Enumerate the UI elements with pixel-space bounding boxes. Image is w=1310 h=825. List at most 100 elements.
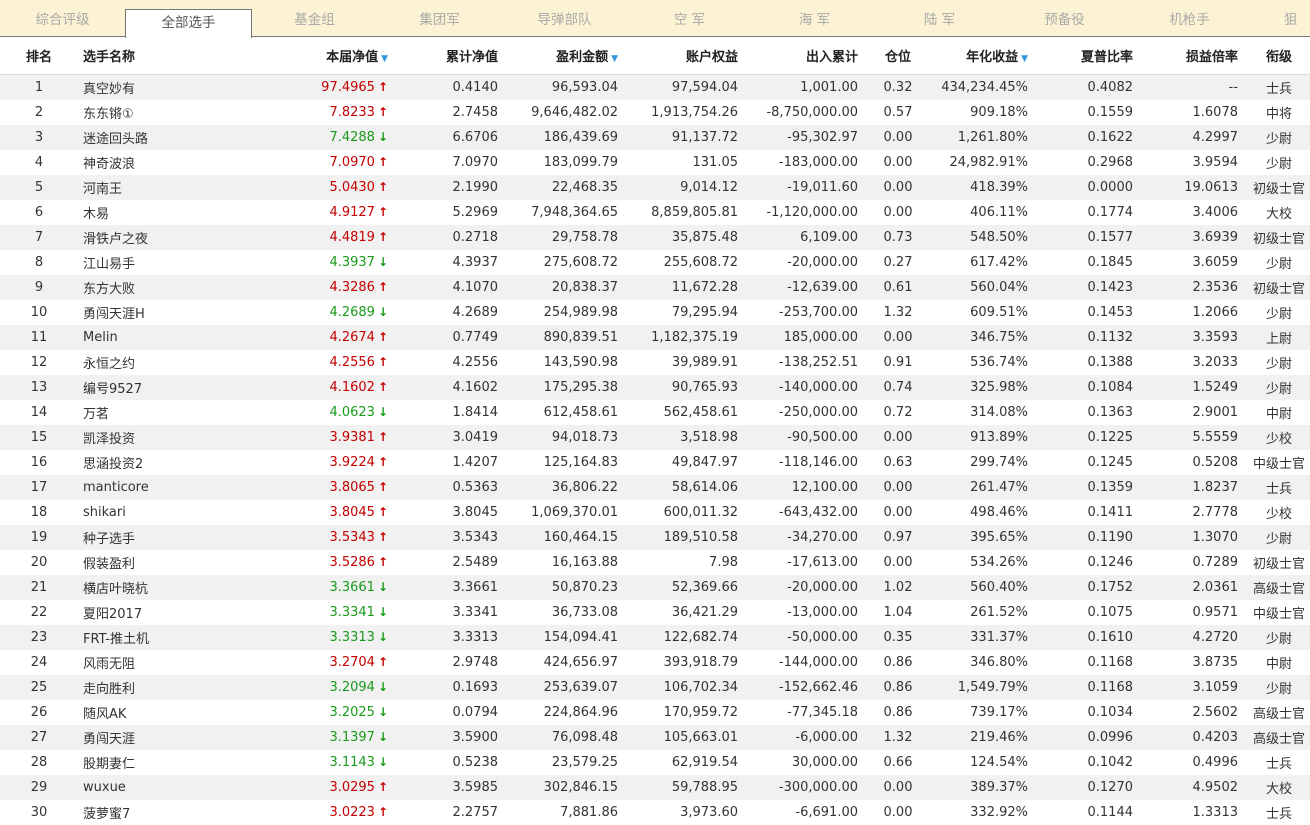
sort-desc-icon[interactable]: ▼	[381, 54, 388, 64]
col-header-annual-return[interactable]: 年化收益▼	[928, 37, 1038, 75]
current-nav-value: 7.8233	[329, 105, 375, 120]
player-name-link[interactable]: 假装盈利	[78, 550, 248, 575]
col-header-cumulative-nav[interactable]: 累计净值	[398, 37, 508, 75]
table-row[interactable]: 25走向胜利3.2094↓0.1693253,639.07106,702.34-…	[0, 675, 1310, 700]
col-header-pl-ratio[interactable]: 损益倍率	[1143, 37, 1248, 75]
arrow-up-icon: ↑	[378, 330, 388, 344]
table-row[interactable]: 17manticore3.8065↑0.536336,806.2258,614.…	[0, 475, 1310, 500]
player-name-link[interactable]: 菠萝蜜7	[78, 800, 248, 825]
player-name-link[interactable]: 思涵投资2	[78, 450, 248, 475]
player-name-link[interactable]: wuxue	[78, 775, 248, 800]
table-row[interactable]: 14万茗4.0623↓1.8414612,458.61562,458.61-25…	[0, 400, 1310, 425]
player-name-link[interactable]: 种子选手	[78, 525, 248, 550]
tab-navy[interactable]: 海 军	[752, 0, 877, 37]
table-row[interactable]: 9东方大败4.3286↑4.107020,838.3711,672.28-12,…	[0, 275, 1310, 300]
col-header-sharpe[interactable]: 夏普比率	[1038, 37, 1143, 75]
player-name-link[interactable]: 万茗	[78, 400, 248, 425]
tab-sniper[interactable]: 狙	[1284, 0, 1310, 37]
col-header-name[interactable]: 选手名称	[78, 37, 248, 75]
arrow-up-icon: ↑	[378, 230, 388, 244]
current-nav-cell: 4.3286↑	[248, 275, 398, 300]
player-name-link[interactable]: 编号9527	[78, 375, 248, 400]
table-row[interactable]: 26随风AK3.2025↓0.0794224,864.96170,959.72-…	[0, 700, 1310, 725]
player-name-link[interactable]: 神奇波浪	[78, 150, 248, 175]
cumulative-nav-cell: 0.2718	[398, 225, 508, 250]
cumulative-nav-cell: 4.2689	[398, 300, 508, 325]
player-name-link[interactable]: 勇闯天涯H	[78, 300, 248, 325]
tab-machine-gunner[interactable]: 机枪手	[1127, 0, 1252, 37]
tab-missile-force[interactable]: 导弹部队	[502, 0, 627, 37]
table-row[interactable]: 23FRT-推土机3.3313↓3.3313154,094.41122,682.…	[0, 625, 1310, 650]
player-name-link[interactable]: 迷途回头路	[78, 125, 248, 150]
col-header-profit[interactable]: 盈利金额▼	[508, 37, 628, 75]
col-header-rank[interactable]: 排名	[0, 37, 78, 75]
table-row[interactable]: 27勇闯天涯3.1397↓3.590076,098.48105,663.01-6…	[0, 725, 1310, 750]
table-row[interactable]: 2东东锵①7.8233↑2.74589,646,482.021,913,754.…	[0, 100, 1310, 125]
tab-all-players[interactable]: 全部选手	[125, 9, 252, 38]
table-row[interactable]: 10勇闯天涯H4.2689↓4.2689254,989.9879,295.94-…	[0, 300, 1310, 325]
tab-army[interactable]: 陆 军	[877, 0, 1002, 37]
table-row[interactable]: 13编号95274.1602↑4.1602175,295.3890,765.93…	[0, 375, 1310, 400]
col-header-equity[interactable]: 账户权益	[628, 37, 748, 75]
table-row[interactable]: 1真空妙有97.4965↑0.414096,593.0497,594.041,0…	[0, 75, 1310, 101]
player-name-link[interactable]: FRT-推土机	[78, 625, 248, 650]
table-row[interactable]: 20假装盈利3.5286↑2.548916,163.887.98-17,613.…	[0, 550, 1310, 575]
current-nav-cell: 5.0430↑	[248, 175, 398, 200]
col-header-net-flow[interactable]: 出入累计	[748, 37, 868, 75]
player-name-link[interactable]: Melin	[78, 325, 248, 350]
sort-desc-icon[interactable]: ▼	[1021, 54, 1028, 64]
player-name-link[interactable]: 凯泽投资	[78, 425, 248, 450]
table-row[interactable]: 18shikari3.8045↑3.80451,069,370.01600,01…	[0, 500, 1310, 525]
table-row[interactable]: 29wuxue3.0295↑3.5985302,846.1559,788.95-…	[0, 775, 1310, 800]
col-header-position[interactable]: 仓位	[868, 37, 928, 75]
table-row[interactable]: 11Melin4.2674↑0.7749890,839.511,182,375.…	[0, 325, 1310, 350]
equity-cell: 59,788.95	[628, 775, 748, 800]
player-name-link[interactable]: 江山易手	[78, 250, 248, 275]
annual-return-cell: 534.26%	[928, 550, 1038, 575]
arrow-up-icon: ↑	[378, 430, 388, 444]
player-name-link[interactable]: 夏阳2017	[78, 600, 248, 625]
table-row[interactable]: 16思涵投资23.9224↑1.4207125,164.8349,847.97-…	[0, 450, 1310, 475]
table-row[interactable]: 30菠萝蜜73.0223↑2.27577,881.863,973.60-6,69…	[0, 800, 1310, 825]
player-name-link[interactable]: 横店叶晓杭	[78, 575, 248, 600]
table-row[interactable]: 5河南王5.0430↑2.199022,468.359,014.12-19,01…	[0, 175, 1310, 200]
table-row[interactable]: 3迷途回头路7.4288↓6.6706186,439.6991,137.72-9…	[0, 125, 1310, 150]
player-name-link[interactable]: manticore	[78, 475, 248, 500]
net-flow-cell: -118,146.00	[748, 450, 868, 475]
table-row[interactable]: 4神奇波浪7.0970↑7.0970183,099.79131.05-183,0…	[0, 150, 1310, 175]
tab-fund-group[interactable]: 基金组	[252, 0, 377, 37]
table-row[interactable]: 22夏阳20173.3341↓3.334136,733.0836,421.29-…	[0, 600, 1310, 625]
player-name-link[interactable]: 走向胜利	[78, 675, 248, 700]
table-row[interactable]: 21横店叶晓杭3.3661↓3.366150,870.2352,369.66-2…	[0, 575, 1310, 600]
player-name-link[interactable]: 东方大败	[78, 275, 248, 300]
table-row[interactable]: 24风雨无阻3.2704↑2.9748424,656.97393,918.79-…	[0, 650, 1310, 675]
player-name-link[interactable]: 东东锵①	[78, 100, 248, 125]
tab-comprehensive-rating[interactable]: 综合评级	[0, 0, 125, 37]
player-name-link[interactable]: 木易	[78, 200, 248, 225]
tab-reserve[interactable]: 预备役	[1002, 0, 1127, 37]
table-row[interactable]: 6木易4.9127↑5.29697,948,364.658,859,805.81…	[0, 200, 1310, 225]
table-row[interactable]: 15凯泽投资3.9381↑3.041994,018.733,518.98-90,…	[0, 425, 1310, 450]
table-row[interactable]: 28股期妻仁3.1143↓0.523823,579.2562,919.5430,…	[0, 750, 1310, 775]
col-header-current-nav[interactable]: 本届净值▼	[248, 37, 398, 75]
sort-desc-icon[interactable]: ▼	[611, 54, 618, 64]
tab-air-force[interactable]: 空 军	[627, 0, 752, 37]
player-name-link[interactable]: 滑铁卢之夜	[78, 225, 248, 250]
player-name-link[interactable]: shikari	[78, 500, 248, 525]
player-name-link[interactable]: 河南王	[78, 175, 248, 200]
player-name-link[interactable]: 风雨无阻	[78, 650, 248, 675]
table-row[interactable]: 8江山易手4.3937↓4.3937275,608.72255,608.72-2…	[0, 250, 1310, 275]
pl-ratio-cell: 19.0613	[1143, 175, 1248, 200]
table-row[interactable]: 7滑铁卢之夜4.4819↑0.271829,758.7835,875.486,1…	[0, 225, 1310, 250]
arrow-up-icon: ↑	[378, 280, 388, 294]
col-header-grade[interactable]: 衔级	[1248, 37, 1310, 75]
equity-cell: 9,014.12	[628, 175, 748, 200]
tab-group-army[interactable]: 集团军	[377, 0, 502, 37]
player-name-link[interactable]: 真空妙有	[78, 75, 248, 101]
player-name-link[interactable]: 股期妻仁	[78, 750, 248, 775]
table-row[interactable]: 12永恒之约4.2556↑4.2556143,590.9839,989.91-1…	[0, 350, 1310, 375]
player-name-link[interactable]: 随风AK	[78, 700, 248, 725]
player-name-link[interactable]: 勇闯天涯	[78, 725, 248, 750]
table-row[interactable]: 19种子选手3.5343↑3.5343160,464.15189,510.58-…	[0, 525, 1310, 550]
player-name-link[interactable]: 永恒之约	[78, 350, 248, 375]
